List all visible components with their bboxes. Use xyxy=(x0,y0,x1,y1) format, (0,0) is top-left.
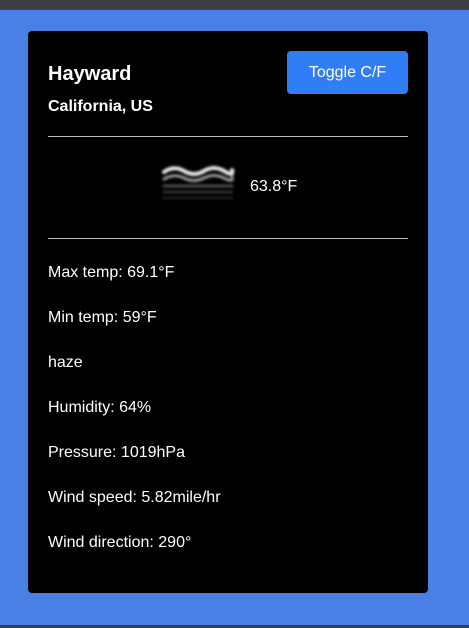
region-name: California, US xyxy=(48,98,153,115)
current-temperature: 63.8°F xyxy=(250,178,298,195)
humidity: Humidity: 64% xyxy=(48,399,152,416)
max-temp: Max temp: 69.1°F xyxy=(48,264,175,281)
wind-speed: Wind speed: 5.82mile/hr xyxy=(48,489,221,506)
toggle-unit-button[interactable]: Toggle C/F xyxy=(287,51,408,94)
haze-icon xyxy=(162,166,235,200)
weather-details-list: Max temp: 69.1°F Min temp: 59°F haze Hum… xyxy=(48,263,221,578)
min-temp: Min temp: 59°F xyxy=(48,309,157,326)
city-name: Hayward xyxy=(48,63,132,85)
divider-bottom xyxy=(48,238,408,239)
weather-description: haze xyxy=(48,354,83,371)
weather-card: Hayward California, US Toggle C/F 63.8°F… xyxy=(28,31,428,593)
divider-top xyxy=(48,136,408,137)
pressure: Pressure: 1019hPa xyxy=(48,444,185,461)
browser-top-strip xyxy=(0,0,469,10)
wind-direction: Wind direction: 290° xyxy=(48,534,192,551)
